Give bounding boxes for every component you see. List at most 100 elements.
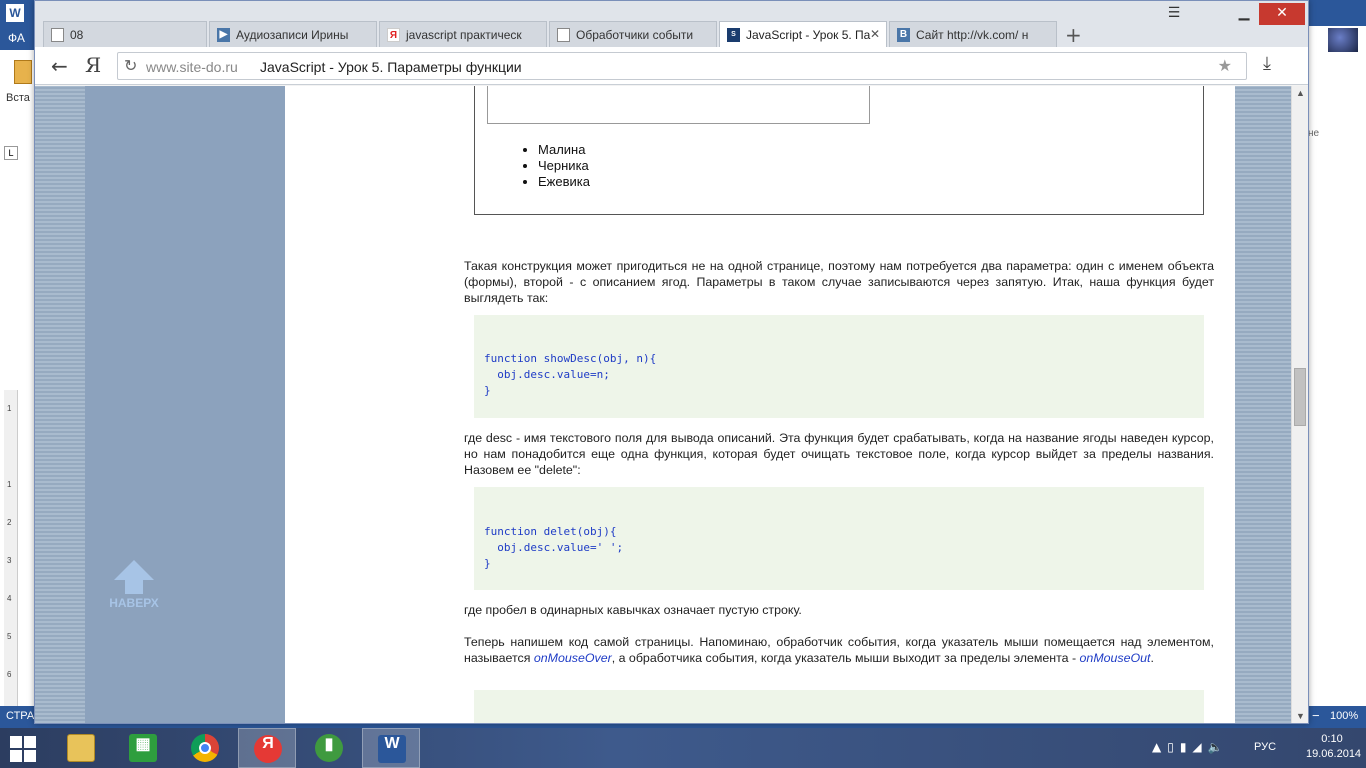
ruler-number: 4 xyxy=(7,594,12,603)
yandex-browser-icon: Я xyxy=(254,735,282,763)
new-tab-button[interactable]: + xyxy=(1065,23,1082,47)
browser-tab[interactable]: ▶ Аудиозаписи Ирины xyxy=(209,21,377,47)
system-tray-icons[interactable]: ▲▯▮◢🔈 xyxy=(1152,740,1229,754)
chrome-taskbar-button[interactable] xyxy=(176,728,234,768)
page-icon xyxy=(51,28,64,42)
code-snippet: function showDesc(obj, n){ obj.desc.valu… xyxy=(484,352,657,397)
store-taskbar-button[interactable]: ▦ xyxy=(114,728,172,768)
close-tab-icon[interactable]: ✕ xyxy=(870,27,880,41)
menu-icon[interactable]: ☰ xyxy=(1163,3,1185,25)
tab-label: javascript практическ xyxy=(406,28,522,42)
background-pattern xyxy=(1235,86,1291,723)
event-name-mouseout: onMouseOut xyxy=(1079,651,1151,665)
list-item[interactable]: Черника xyxy=(538,158,590,174)
tab-bar: 08 ▶ Аудиозаписи Ирины Я javascript прак… xyxy=(35,1,1308,47)
ruler-number: 1 xyxy=(7,404,12,413)
browser-tab[interactable]: Обработчики событи xyxy=(549,21,717,47)
tab-label: 08 xyxy=(70,28,84,42)
ruler-number: 3 xyxy=(7,556,12,565)
paragraph: где desc - имя текстового поля для вывод… xyxy=(464,431,1214,477)
paragraph: где пробел в одинарных кавычках означает… xyxy=(464,603,802,617)
download-icon[interactable]: ⤓ xyxy=(1263,53,1271,74)
chrome-icon xyxy=(191,734,219,762)
up-arrow-icon xyxy=(114,560,154,580)
ruler-number: 2 xyxy=(7,518,12,527)
url-page-title: JavaScript - Урок 5. Параметры функции xyxy=(260,59,522,75)
code-block: function delet(obj){ obj.desc.value=' ';… xyxy=(474,487,1204,590)
article-content: Малина Черника Ежевика Такая конструкция… xyxy=(285,86,1235,723)
scrollbar-thumb[interactable] xyxy=(1294,368,1306,426)
vertical-scrollbar[interactable]: ▲ ▼ xyxy=(1291,86,1308,723)
page-icon xyxy=(557,28,570,42)
store-icon: ▦ xyxy=(129,734,157,762)
word-app-icon: W xyxy=(6,4,24,22)
close-window-icon[interactable]: ✕ xyxy=(1259,3,1305,25)
tab-label: Обработчики событи xyxy=(576,28,694,42)
stats-taskbar-button[interactable]: ▮ xyxy=(300,728,358,768)
back-arrow-icon[interactable]: ← xyxy=(51,54,68,78)
start-pane xyxy=(10,736,22,748)
description-textarea[interactable] xyxy=(487,86,870,124)
file-explorer-taskbar-button[interactable] xyxy=(52,728,110,768)
clock-time: 0:10 xyxy=(1321,733,1343,745)
word-taskbar-button[interactable]: W xyxy=(362,728,420,768)
tab-label: JavaScript - Урок 5. Па xyxy=(746,28,871,42)
browser-tab-active[interactable]: S JavaScript - Урок 5. Па ✕ xyxy=(719,21,887,47)
scroll-down-icon[interactable]: ▼ xyxy=(1296,711,1305,721)
start-pane xyxy=(10,750,22,762)
start-pane xyxy=(24,736,36,748)
url-domain: www.site-do.ru xyxy=(146,59,238,75)
code-snippet: function delet(obj){ obj.desc.value=' ';… xyxy=(484,525,624,570)
address-bar: ← Я ↻ www.site-do.ru JavaScript - Урок 5… xyxy=(35,47,1308,85)
up-arrow-stem xyxy=(125,580,143,594)
browser-tab[interactable]: Я javascript практическ xyxy=(379,21,547,47)
event-name-mouseover: onMouseOver xyxy=(533,651,612,665)
vk-icon: B xyxy=(897,28,910,42)
play-icon: ▶ xyxy=(217,28,230,42)
star-icon[interactable]: ★ xyxy=(1218,56,1232,75)
yandex-browser-taskbar-button[interactable]: Я xyxy=(238,728,296,768)
browser-tab[interactable]: B Сайт http://vk.com/ н xyxy=(889,21,1057,47)
chart-icon: ▮ xyxy=(315,734,343,762)
ruler-number: 6 xyxy=(7,670,12,679)
zoom-out-icon[interactable]: − xyxy=(1312,708,1320,723)
tab-stop-selector[interactable]: L xyxy=(4,146,18,160)
yandex-icon: Я xyxy=(387,28,400,42)
browser-tab[interactable]: 08 xyxy=(43,21,207,47)
scroll-up-icon[interactable]: ▲ xyxy=(1296,88,1305,98)
background-pattern xyxy=(35,86,85,723)
clock-date: 19.06.2014 xyxy=(1306,748,1362,760)
word-file-tab[interactable]: ФА xyxy=(0,26,36,50)
browser-window: 08 ▶ Аудиозаписи Ирины Я javascript прак… xyxy=(34,0,1309,724)
scroll-to-top-button[interactable]: НАВЕРХ xyxy=(99,560,169,610)
url-field[interactable]: ↻ www.site-do.ru JavaScript - Урок 5. Па… xyxy=(117,52,1247,80)
code-block xyxy=(474,690,1204,723)
zoom-level[interactable]: 100% xyxy=(1330,710,1358,722)
tab-label: Аудиозаписи Ирины xyxy=(236,28,349,42)
paste-icon[interactable] xyxy=(14,60,32,84)
ruler-number: 1 xyxy=(7,480,12,489)
clock[interactable]: 0:10 19.06.2014 xyxy=(1306,732,1362,762)
site-icon: S xyxy=(727,28,740,42)
paragraph-text: , а обработчика события, когда указатель… xyxy=(611,651,1080,665)
input-language[interactable]: РУС xyxy=(1254,741,1276,753)
reload-icon[interactable]: ↻ xyxy=(124,56,137,75)
yandex-home-button[interactable]: Я xyxy=(85,53,101,77)
code-block: function showDesc(obj, n){ obj.desc.valu… xyxy=(474,315,1204,418)
page-indicator[interactable]: СТРА xyxy=(6,710,34,722)
word-side-text: не xyxy=(1308,128,1320,139)
vertical-ruler: 1 1 2 3 4 5 6 xyxy=(4,390,18,710)
paragraph-text: . xyxy=(1150,651,1154,665)
tab-label: Сайт http://vk.com/ н xyxy=(916,28,1029,42)
windows-start-icon[interactable] xyxy=(10,736,36,762)
paragraph: Такая конструкция может пригодиться не н… xyxy=(464,259,1214,305)
ruler-number: 5 xyxy=(7,632,12,641)
avatar[interactable] xyxy=(1328,28,1358,52)
berry-list: Малина Черника Ежевика xyxy=(538,142,590,190)
list-item[interactable]: Ежевика xyxy=(538,174,590,190)
chrome-center xyxy=(199,742,211,754)
minimize-icon[interactable]: ▁ xyxy=(1233,3,1255,25)
left-sidebar xyxy=(85,86,285,723)
list-item[interactable]: Малина xyxy=(538,142,590,158)
page-viewport: Малина Черника Ежевика Такая конструкция… xyxy=(35,86,1291,723)
